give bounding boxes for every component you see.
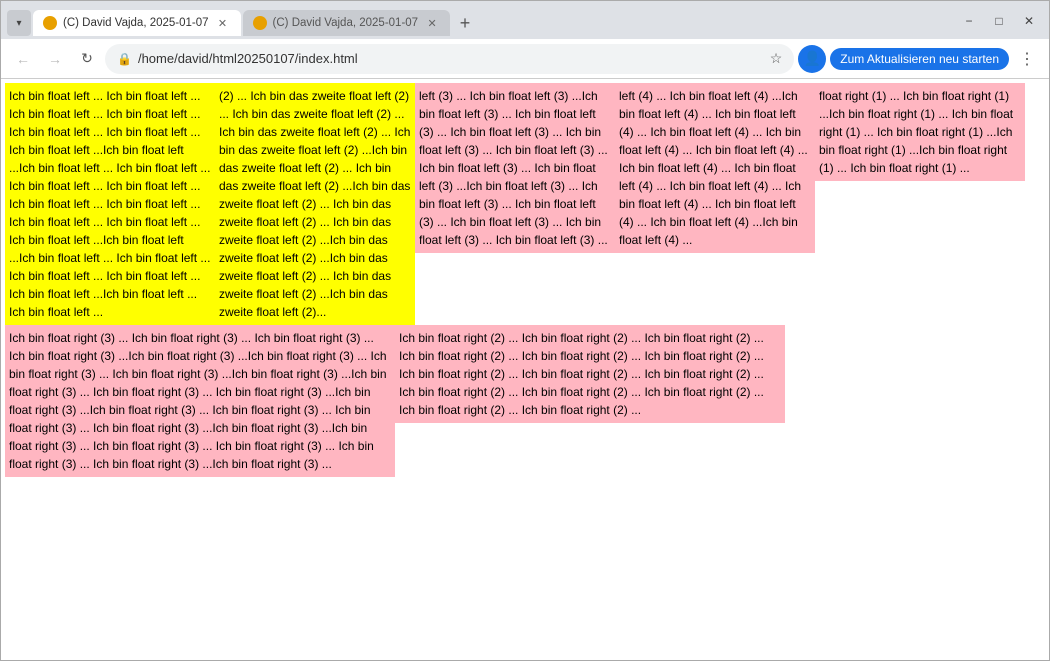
col-float-left-2-text: (2) ... Ich bin das zweite float left (2… bbox=[219, 89, 410, 319]
col-float-left-1: Ich bin float left ... Ich bin float lef… bbox=[5, 83, 215, 325]
tab-2-icon bbox=[253, 16, 267, 30]
address-lock-icon: 🔒 bbox=[117, 52, 132, 66]
profile-button[interactable]: 👤 bbox=[798, 45, 826, 73]
reload-button[interactable]: ↻ bbox=[73, 45, 101, 73]
col-float-left-3: left (3) ... Ich bin float left (3) ...I… bbox=[415, 83, 615, 253]
nav-bar: ← → ↻ 🔒 /home/david/html20250107/index.h… bbox=[1, 39, 1049, 79]
close-button[interactable]: ✕ bbox=[1015, 10, 1043, 32]
tab-bar: ▾ (C) David Vajda, 2025-01-07 ✕ (C) Davi… bbox=[1, 1, 1049, 39]
tab-1-close[interactable]: ✕ bbox=[215, 15, 231, 31]
tab-1-label: (C) David Vajda, 2025-01-07 bbox=[63, 17, 209, 29]
browser-window: ▾ (C) David Vajda, 2025-01-07 ✕ (C) Davi… bbox=[0, 0, 1050, 661]
col-float-left-4-text: left (4) ... Ich bin float left (4) ...I… bbox=[619, 89, 808, 247]
back-button[interactable]: ← bbox=[9, 45, 37, 73]
maximize-button[interactable]: □ bbox=[985, 10, 1013, 32]
minimize-button[interactable]: − bbox=[955, 10, 983, 32]
col-float-right-3: Ich bin float right (3) ... Ich bin floa… bbox=[5, 325, 395, 477]
page-content: Ich bin float left ... Ich bin float lef… bbox=[1, 79, 1049, 660]
col-float-right-1-text: float right (1) ... Ich bin float right … bbox=[819, 89, 1013, 175]
address-text: /home/david/html20250107/index.html bbox=[138, 51, 764, 66]
col-float-left-2: (2) ... Ich bin das zweite float left (2… bbox=[215, 83, 415, 325]
float-container: Ich bin float left ... Ich bin float lef… bbox=[1, 79, 1049, 481]
tab-dropdown[interactable]: ▾ bbox=[7, 10, 31, 36]
tab-2[interactable]: (C) David Vajda, 2025-01-07 ✕ bbox=[243, 10, 451, 36]
col-float-left-3-text: left (3) ... Ich bin float left (3) ...I… bbox=[419, 89, 608, 247]
col-float-right-2-text: Ich bin float right (2) ... Ich bin floa… bbox=[399, 331, 764, 417]
col-float-right-3-text: Ich bin float right (3) ... Ich bin floa… bbox=[9, 331, 387, 471]
bookmark-icon[interactable]: ☆ bbox=[770, 50, 783, 67]
tab-2-label: (C) David Vajda, 2025-01-07 bbox=[273, 17, 419, 29]
scrollable-area[interactable]: Ich bin float left ... Ich bin float lef… bbox=[1, 79, 1049, 660]
col-float-left-4: left (4) ... Ich bin float left (4) ...I… bbox=[615, 83, 815, 253]
new-tab-button[interactable]: + bbox=[452, 10, 478, 36]
profile-icon: 👤 bbox=[804, 50, 821, 67]
address-bar[interactable]: 🔒 /home/david/html20250107/index.html ☆ bbox=[105, 44, 794, 74]
update-button[interactable]: Zum Aktualisieren neu starten bbox=[830, 48, 1009, 70]
col-float-right-1: float right (1) ... Ich bin float right … bbox=[815, 83, 1025, 181]
tab-2-close[interactable]: ✕ bbox=[424, 15, 440, 31]
col-float-right-2: Ich bin float right (2) ... Ich bin floa… bbox=[395, 325, 785, 423]
menu-button[interactable]: ⋮ bbox=[1013, 45, 1041, 73]
forward-button[interactable]: → bbox=[41, 45, 69, 73]
tab-1-icon bbox=[43, 16, 57, 30]
col-float-left-1-text: Ich bin float left ... Ich bin float lef… bbox=[9, 89, 210, 319]
window-controls: − □ ✕ bbox=[955, 10, 1043, 36]
tab-1[interactable]: (C) David Vajda, 2025-01-07 ✕ bbox=[33, 10, 241, 36]
